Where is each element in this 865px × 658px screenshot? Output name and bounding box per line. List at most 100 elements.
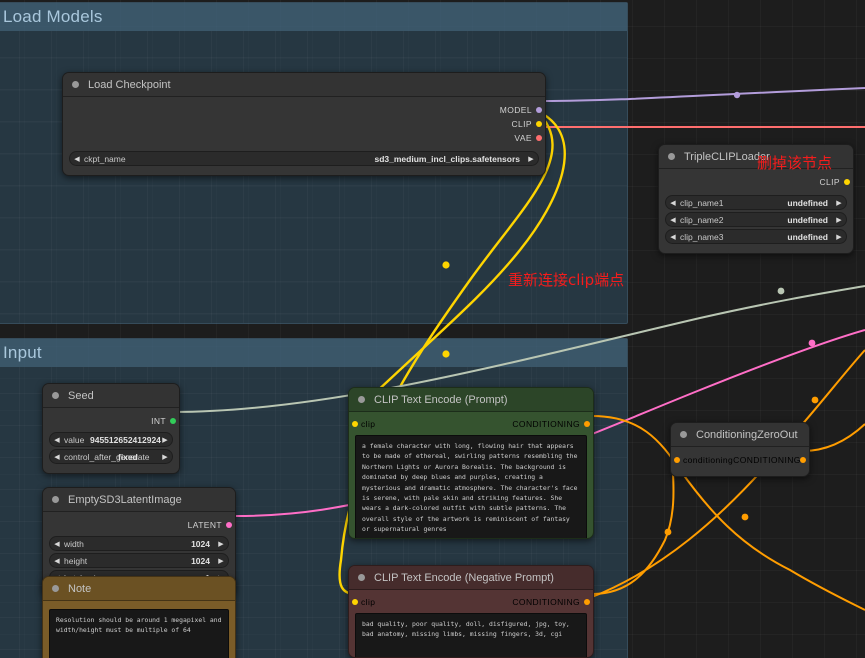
output-label-model: MODEL [499,105,532,115]
node-title-load-checkpoint: Load Checkpoint [88,78,171,91]
node-body-note: Resolution should be around 1 megapixel … [43,601,235,658]
note-textarea[interactable]: Resolution should be around 1 megapixel … [49,609,229,658]
output-label-clip-triple: CLIP [819,177,840,187]
output-slot-int[interactable]: INT [43,414,179,428]
node-clip-text-encode-positive[interactable]: CLIP Text Encode (Prompt) clip CONDITION… [348,387,594,539]
port-conditioning-in-zero-out[interactable] [674,457,680,463]
widget-label-height: height [64,555,88,566]
node-header-empty-sd3-latent-image[interactable]: EmptySD3LatentImage [43,488,235,512]
increment-arrow-icon[interactable]: ▶ [832,216,846,224]
node-body-clip-text-encode-negative: clip CONDITIONING bad quality, poor qual… [349,590,593,657]
increment-arrow-icon[interactable]: ▶ [214,540,228,548]
node-title-empty-sd3-latent-image: EmptySD3LatentImage [68,493,182,506]
collapse-dot-icon[interactable] [358,396,365,403]
node-title-conditioning-zero-out: ConditioningZeroOut [696,428,798,441]
node-header-note[interactable]: Note [43,577,235,601]
widget-clip-name3[interactable]: ◀ clip_name3 undefined ▶ [665,229,847,244]
annotation-reconnect-clip: 重新连接clip端点 [508,271,625,289]
collapse-dot-icon[interactable] [52,585,59,592]
increment-arrow-icon[interactable]: ▶ [214,557,228,565]
node-graph-canvas[interactable]: Load Models Input Load Checkpoint MODEL … [0,0,865,658]
negative-prompt-textarea[interactable]: bad quality, poor quality, doll, disfigu… [355,613,587,657]
decrement-arrow-icon[interactable]: ◀ [666,199,680,207]
node-header-conditioning-zero-out[interactable]: ConditioningZeroOut [671,423,809,447]
decrement-arrow-icon[interactable]: ◀ [50,436,64,444]
decrement-arrow-icon[interactable]: ◀ [50,453,64,461]
port-clip-in-negative[interactable] [352,599,358,605]
output-slot-clip[interactable]: CLIP [63,117,545,131]
widget-clip-name1[interactable]: ◀ clip_name1 undefined ▶ [665,195,847,210]
input-label-clip-negative: clip [361,597,376,607]
node-clip-text-encode-negative[interactable]: CLIP Text Encode (Negative Prompt) clip … [348,565,594,658]
increment-arrow-icon[interactable]: ▶ [524,155,538,163]
widget-value-clip-name2: undefined [787,214,828,225]
output-slot-clip-triple[interactable]: CLIP [659,175,853,189]
output-slot-vae[interactable]: VAE [63,131,545,145]
collapse-dot-icon[interactable] [668,153,675,160]
widget-value-height: 1024 [191,555,210,566]
port-clip-triple[interactable] [844,179,850,185]
decrement-arrow-icon[interactable]: ◀ [666,233,680,241]
port-conditioning-out-zero-out[interactable] [800,457,806,463]
decrement-arrow-icon[interactable]: ◀ [666,216,680,224]
decrement-arrow-icon[interactable]: ◀ [50,557,64,565]
slot-row-negative: clip CONDITIONING [349,595,593,609]
widget-label-width: width [64,538,84,549]
output-label-latent: LATENT [187,520,222,530]
node-header-clip-text-encode-positive[interactable]: CLIP Text Encode (Prompt) [349,388,593,412]
output-label-vae: VAE [514,133,532,143]
output-slot-model[interactable]: MODEL [63,103,545,117]
port-clip-in-positive[interactable] [352,421,358,427]
increment-arrow-icon[interactable]: ▶ [832,199,846,207]
output-label-conditioning-negative: CONDITIONING [512,597,580,607]
widget-value-clip-name3: undefined [787,231,828,242]
node-conditioning-zero-out[interactable]: ConditioningZeroOut conditioning CONDITI… [670,422,810,477]
node-note[interactable]: Note Resolution should be around 1 megap… [42,576,236,658]
input-label-clip-positive: clip [361,419,376,429]
node-title-seed: Seed [68,389,94,402]
output-label-conditioning-zero-out: CONDITIONING [733,455,801,465]
increment-arrow-icon[interactable]: ▶ [832,233,846,241]
port-clip[interactable] [536,121,542,127]
node-body-conditioning-zero-out: conditioning CONDITIONING [671,447,809,476]
widget-label-clip-name3: clip_name3 [680,231,724,242]
port-latent[interactable] [226,522,232,528]
node-header-seed[interactable]: Seed [43,384,179,408]
widget-value-width: 1024 [191,538,210,549]
widget-ckpt-name[interactable]: ◀ ckpt_name sd3_medium_incl_clips.safete… [69,151,539,166]
widget-label-seed-value: value [64,434,85,445]
output-label-conditioning-positive: CONDITIONING [512,419,580,429]
slot-row-zero-out: conditioning CONDITIONING [671,453,809,467]
collapse-dot-icon[interactable] [52,496,59,503]
port-conditioning-out-positive[interactable] [584,421,590,427]
widget-width[interactable]: ◀ width 1024 ▶ [49,536,229,551]
widget-label-clip-name2: clip_name2 [680,214,724,225]
node-title-clip-text-encode-positive: CLIP Text Encode (Prompt) [374,393,508,406]
positive-prompt-textarea[interactable]: a female character with long, flowing ha… [355,435,587,538]
port-conditioning-out-negative[interactable] [584,599,590,605]
widget-value-control-after-generate: fixed [118,451,138,462]
decrement-arrow-icon[interactable]: ◀ [50,540,64,548]
collapse-dot-icon[interactable] [72,81,79,88]
node-body-triple-clip-loader: CLIP ◀ clip_name1 undefined ▶ ◀ clip_nam… [659,169,853,253]
node-body-clip-text-encode-positive: clip CONDITIONING a female character wit… [349,412,593,538]
widget-seed-value[interactable]: ◀ value 945512652412924 ▶ [49,432,173,447]
port-int[interactable] [170,418,176,424]
collapse-dot-icon[interactable] [358,574,365,581]
output-label-int: INT [151,416,166,426]
port-model[interactable] [536,107,542,113]
increment-arrow-icon[interactable]: ▶ [158,453,172,461]
collapse-dot-icon[interactable] [52,392,59,399]
widget-clip-name2[interactable]: ◀ clip_name2 undefined ▶ [665,212,847,227]
node-load-checkpoint[interactable]: Load Checkpoint MODEL CLIP VAE ◀ ckpt_na… [62,72,546,176]
collapse-dot-icon[interactable] [680,431,687,438]
port-vae[interactable] [536,135,542,141]
output-slot-latent[interactable]: LATENT [43,518,235,532]
widget-height[interactable]: ◀ height 1024 ▶ [49,553,229,568]
decrement-arrow-icon[interactable]: ◀ [70,155,84,163]
node-body-load-checkpoint: MODEL CLIP VAE ◀ ckpt_name sd3_medium_in… [63,97,545,175]
widget-control-after-generate[interactable]: ◀ control_after_generate fixed ▶ [49,449,173,464]
node-seed[interactable]: Seed INT ◀ value 945512652412924 ▶ ◀ con… [42,383,180,474]
node-header-clip-text-encode-negative[interactable]: CLIP Text Encode (Negative Prompt) [349,566,593,590]
node-header-load-checkpoint[interactable]: Load Checkpoint [63,73,545,97]
